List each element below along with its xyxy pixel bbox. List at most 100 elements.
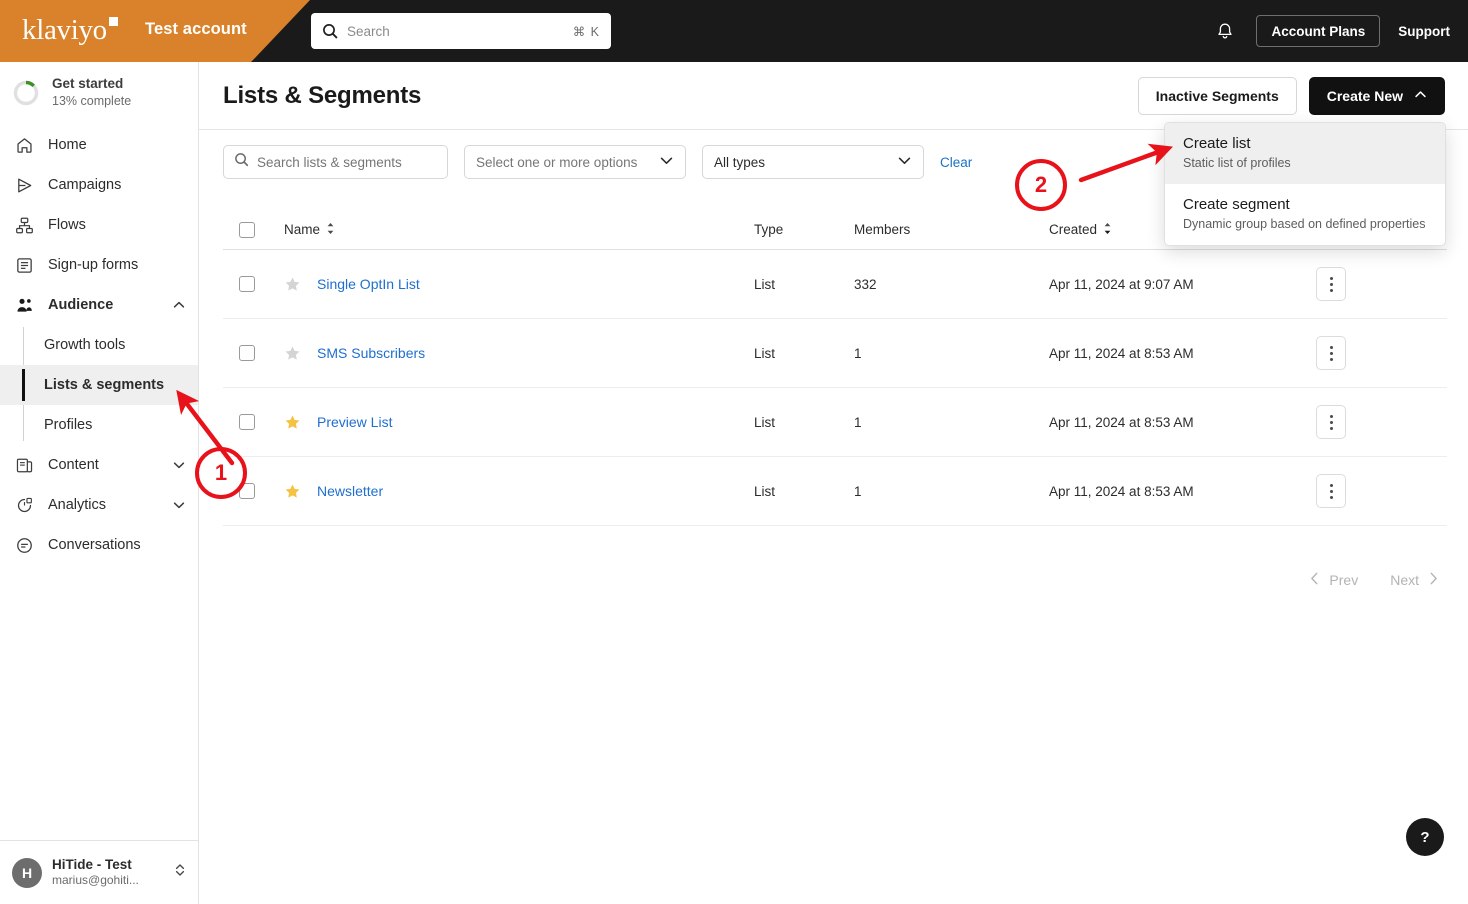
chevron-up-icon [1414, 88, 1427, 104]
filter-bar: Select one or more options All types Cle… [223, 145, 972, 179]
inactive-segments-button[interactable]: Inactive Segments [1137, 77, 1297, 115]
list-name-link[interactable]: Single OptIn List [317, 276, 420, 292]
row-name-cell: SMS Subscribers [284, 345, 754, 362]
row-members: 1 [854, 483, 862, 499]
table-row[interactable]: SMS Subscribers List 1 Apr 11, 2024 at 8… [223, 319, 1447, 388]
column-header-type[interactable]: Type [754, 222, 854, 237]
klaviyo-logo-mark [108, 17, 118, 26]
pagination-next-button[interactable]: Next [1384, 567, 1446, 593]
conversations-icon [14, 535, 34, 555]
row-checkbox[interactable] [239, 345, 255, 361]
sidebar-item-label: Content [48, 457, 99, 473]
sidebar-navigation: Home Campaigns Flows Sign-up forms Audie… [0, 121, 198, 565]
list-search-box[interactable] [223, 145, 448, 179]
row-actions-cell [1294, 474, 1447, 508]
annotation-number: 1 [214, 460, 228, 485]
row-actions-cell [1294, 405, 1447, 439]
sidebar-item-growth-tools[interactable]: Growth tools [0, 325, 198, 365]
list-search-input[interactable] [257, 154, 437, 170]
clear-filters-link[interactable]: Clear [940, 155, 972, 170]
row-created: Apr 11, 2024 at 8:53 AM [1049, 345, 1194, 361]
account-switcher-email: marius@gohiti... [52, 873, 139, 887]
account-name-label: Test account [145, 20, 247, 38]
list-name-link[interactable]: SMS Subscribers [317, 345, 425, 361]
sidebar-item-profiles[interactable]: Profiles [0, 405, 198, 445]
klaviyo-logo[interactable]: klaviyo [22, 14, 118, 46]
search-icon [234, 152, 249, 172]
sidebar-item-conversations[interactable]: Conversations [0, 525, 198, 565]
tag-filter-select[interactable]: Select one or more options [464, 145, 686, 179]
support-link[interactable]: Support [1398, 24, 1450, 39]
page-header: Lists & Segments Inactive Segments Creat… [199, 62, 1468, 130]
sidebar-item-flows[interactable]: Flows [0, 205, 198, 245]
row-checkbox[interactable] [239, 414, 255, 430]
sidebar-item-analytics[interactable]: Analytics [0, 485, 198, 525]
sidebar-item-campaigns[interactable]: Campaigns [0, 165, 198, 205]
account-plans-button[interactable]: Account Plans [1256, 15, 1381, 47]
content-icon [14, 455, 34, 475]
sidebar-item-label: Campaigns [48, 177, 122, 193]
select-all-cell [223, 221, 284, 238]
list-name-link[interactable]: Newsletter [317, 483, 383, 499]
pagination-prev-button[interactable]: Prev [1302, 567, 1364, 593]
global-search-box[interactable]: ⌘ K [311, 13, 611, 49]
help-button[interactable]: ? [1406, 818, 1444, 856]
list-name-link[interactable]: Preview List [317, 414, 392, 430]
account-switcher[interactable]: H HiTide - Test marius@gohiti... [0, 840, 199, 904]
chevron-down-icon [659, 153, 674, 171]
sidebar-subitem-label: Growth tools [44, 337, 126, 353]
menu-item-create-list[interactable]: Create list Static list of profiles [1165, 123, 1445, 184]
row-more-options-button[interactable] [1316, 267, 1346, 301]
sort-arrows-icon[interactable] [326, 222, 335, 238]
pagination: Prev Next [1302, 567, 1446, 593]
sidebar-item-audience[interactable]: Audience [0, 285, 198, 325]
table-row[interactable]: Single OptIn List List 332 Apr 11, 2024 … [223, 250, 1447, 319]
chevron-down-icon[interactable] [172, 498, 186, 512]
global-search-input[interactable] [347, 23, 573, 39]
get-started-text: Get started 13% complete [52, 76, 131, 109]
column-header-name[interactable]: Name [284, 222, 754, 238]
table-row[interactable]: Newsletter List 1 Apr 11, 2024 at 8:53 A… [223, 457, 1447, 526]
chevron-up-down-icon[interactable] [173, 861, 187, 884]
favorite-star-icon[interactable] [284, 276, 301, 293]
sidebar-item-signup-forms[interactable]: Sign-up forms [0, 245, 198, 285]
main-content: Lists & Segments Inactive Segments Creat… [199, 62, 1468, 904]
sidebar-item-content[interactable]: Content [0, 445, 198, 485]
select-all-checkbox[interactable] [239, 221, 255, 238]
menu-item-title: Create segment [1183, 196, 1290, 213]
lists-table: Name Type Members Created Single OptIn L… [223, 210, 1447, 526]
row-more-options-button[interactable] [1316, 336, 1346, 370]
row-more-options-button[interactable] [1316, 405, 1346, 439]
table-row[interactable]: Preview List List 1 Apr 11, 2024 at 8:53… [223, 388, 1447, 457]
row-type: List [754, 345, 776, 361]
tag-filter-value: Select one or more options [476, 154, 638, 170]
sidebar: Get started 13% complete Home Campaigns [0, 62, 199, 904]
home-icon [14, 135, 34, 155]
row-select-cell [223, 276, 284, 292]
sidebar-item-home[interactable]: Home [0, 125, 198, 165]
bell-icon[interactable] [1212, 18, 1238, 44]
sidebar-item-lists-and-segments[interactable]: Lists & segments [0, 365, 198, 405]
sort-arrows-icon[interactable] [1103, 222, 1112, 238]
type-filter-select[interactable]: All types [702, 145, 924, 179]
row-members: 1 [854, 414, 862, 430]
row-select-cell [223, 345, 284, 361]
row-checkbox[interactable] [239, 276, 255, 292]
audience-icon [14, 295, 34, 315]
row-name-cell: Single OptIn List [284, 276, 754, 293]
sidebar-item-label: Flows [48, 217, 86, 233]
favorite-star-icon[interactable] [284, 483, 301, 500]
search-icon [322, 23, 338, 39]
get-started-widget[interactable]: Get started 13% complete [0, 62, 198, 121]
sidebar-subitem-label: Lists & segments [44, 377, 165, 393]
menu-item-create-segment[interactable]: Create segment Dynamic group based on de… [1165, 184, 1445, 245]
favorite-star-icon[interactable] [284, 345, 301, 362]
row-more-options-button[interactable] [1316, 474, 1346, 508]
sidebar-item-label: Audience [48, 297, 114, 313]
chevron-up-icon[interactable] [172, 298, 186, 312]
create-new-button[interactable]: Create New [1308, 77, 1445, 115]
favorite-star-icon[interactable] [284, 414, 301, 431]
column-header-members[interactable]: Members [854, 222, 1049, 237]
chevron-down-icon[interactable] [172, 458, 186, 472]
sidebar-item-label: Home [48, 137, 87, 153]
